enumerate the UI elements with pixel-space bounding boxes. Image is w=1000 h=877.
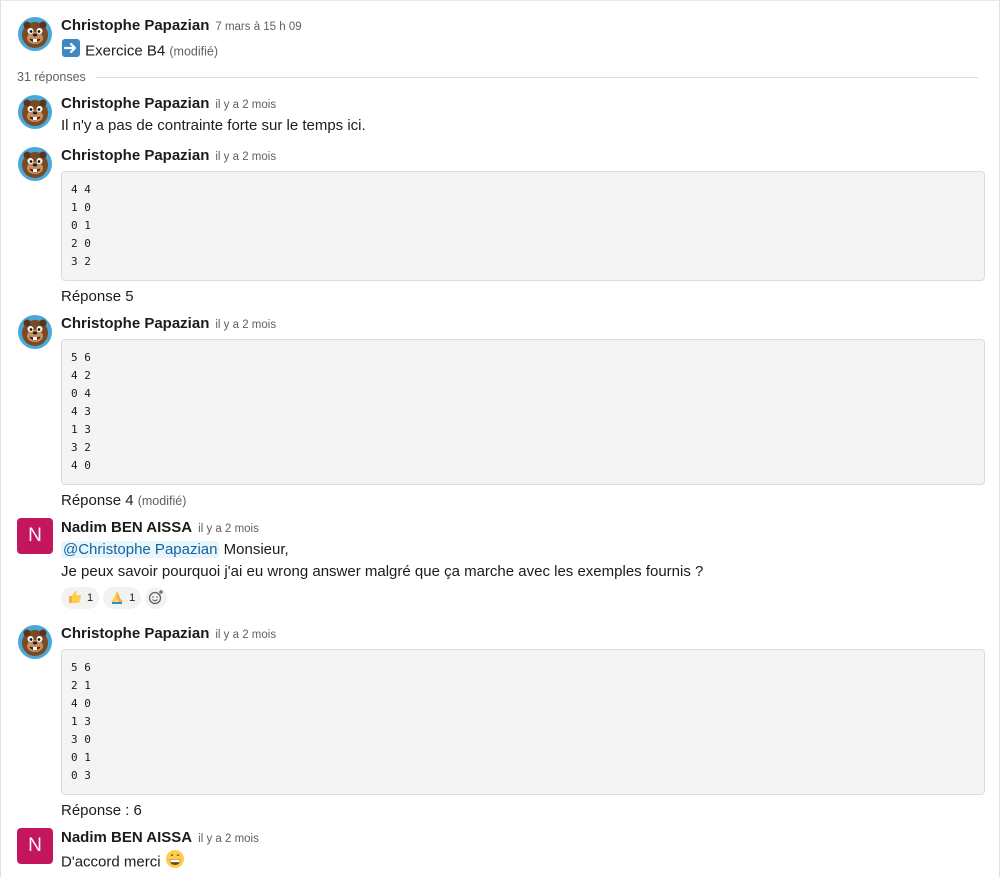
- message-author[interactable]: Christophe Papazian: [61, 147, 209, 164]
- code-line: 1 3: [71, 423, 91, 436]
- code-line: 4 0: [71, 697, 91, 710]
- message-author[interactable]: Nadim BEN AISSA: [61, 519, 192, 536]
- code-line: 4 0: [71, 459, 91, 472]
- message-timestamp[interactable]: il y a 2 mois: [215, 99, 276, 111]
- arrow-right-icon: [61, 38, 81, 65]
- avatar[interactable]: N: [17, 828, 53, 864]
- message-author[interactable]: Christophe Papazian: [61, 625, 209, 642]
- code-line: 3 0: [71, 733, 91, 746]
- code-line: 3 2: [71, 441, 91, 454]
- add-reaction-button[interactable]: [145, 587, 168, 609]
- message-author[interactable]: Nadim BEN AISSA: [61, 829, 192, 846]
- message-timestamp[interactable]: il y a 2 mois: [198, 833, 259, 845]
- message-text: Réponse 5: [61, 288, 134, 305]
- reaction-count: 1: [87, 592, 94, 604]
- code-line: 0 1: [71, 751, 91, 764]
- message-timestamp[interactable]: il y a 2 mois: [215, 629, 276, 641]
- message-text: Réponse 4: [61, 492, 134, 509]
- message-text: Monsieur,: [223, 541, 289, 558]
- message-timestamp[interactable]: il y a 2 mois: [198, 523, 259, 535]
- code-line: 0 3: [71, 769, 91, 782]
- replies-divider: 31 réponses: [17, 68, 978, 86]
- code-line: 1 0: [71, 201, 91, 214]
- message-timestamp[interactable]: il y a 2 mois: [215, 319, 276, 331]
- avatar[interactable]: [17, 624, 53, 660]
- add-emoji-icon: [148, 589, 164, 608]
- grinning-face-icon: [165, 849, 185, 876]
- code-block: 5 6 4 2 0 4 4 3 1 3 3 2 4 0: [61, 339, 985, 485]
- message-timestamp[interactable]: il y a 2 mois: [215, 151, 276, 163]
- reaction-count: 1: [129, 592, 136, 604]
- message-text: D'accord merci: [61, 853, 161, 871]
- code-line: 5 6: [71, 661, 91, 674]
- reaction-folded-hands[interactable]: 1: [103, 587, 142, 609]
- message-timestamp[interactable]: 7 mars à 15 h 09: [215, 21, 301, 33]
- message-text: Il n'y a pas de contrainte forte sur le …: [61, 117, 366, 134]
- message-author[interactable]: Christophe Papazian: [61, 17, 209, 34]
- message-text: Exercice B4: [85, 42, 166, 60]
- divider-line: [95, 76, 978, 78]
- code-block: 5 6 2 1 4 0 1 3 3 0 0 1 0 3: [61, 649, 985, 795]
- code-block: 4 4 1 0 0 1 2 0 3 2: [61, 171, 985, 281]
- code-line: 3 2: [71, 255, 91, 268]
- code-line: 5 6: [71, 351, 91, 364]
- avatar[interactable]: [17, 94, 53, 130]
- code-line: 0 1: [71, 219, 91, 232]
- reactions-bar: 1 1: [61, 587, 987, 609]
- code-line: 4 3: [71, 405, 91, 418]
- avatar[interactable]: [17, 16, 53, 52]
- message-author[interactable]: Christophe Papazian: [61, 95, 209, 112]
- edited-label: (modifié): [169, 44, 219, 59]
- code-line: 0 4: [71, 387, 91, 400]
- message-author[interactable]: Christophe Papazian: [61, 315, 209, 332]
- code-line: 1 3: [71, 715, 91, 728]
- edited-label: (modifié): [137, 494, 187, 508]
- thumbs-up-icon: [67, 589, 83, 608]
- folded-hands-icon: [109, 589, 125, 608]
- avatar[interactable]: [17, 146, 53, 182]
- replies-count: 31 réponses: [17, 70, 86, 84]
- code-line: 2 1: [71, 679, 91, 692]
- message-text: Je peux savoir pourquoi j'ai eu wrong an…: [61, 563, 704, 580]
- code-line: 2 0: [71, 237, 91, 250]
- code-line: 4 4: [71, 183, 91, 196]
- avatar[interactable]: N: [17, 518, 53, 554]
- avatar[interactable]: [17, 314, 53, 350]
- code-line: 4 2: [71, 369, 91, 382]
- reaction-thumbs-up[interactable]: 1: [61, 587, 100, 609]
- message-text: Réponse : 6: [61, 802, 142, 819]
- user-mention[interactable]: @Christophe Papazian: [61, 541, 220, 558]
